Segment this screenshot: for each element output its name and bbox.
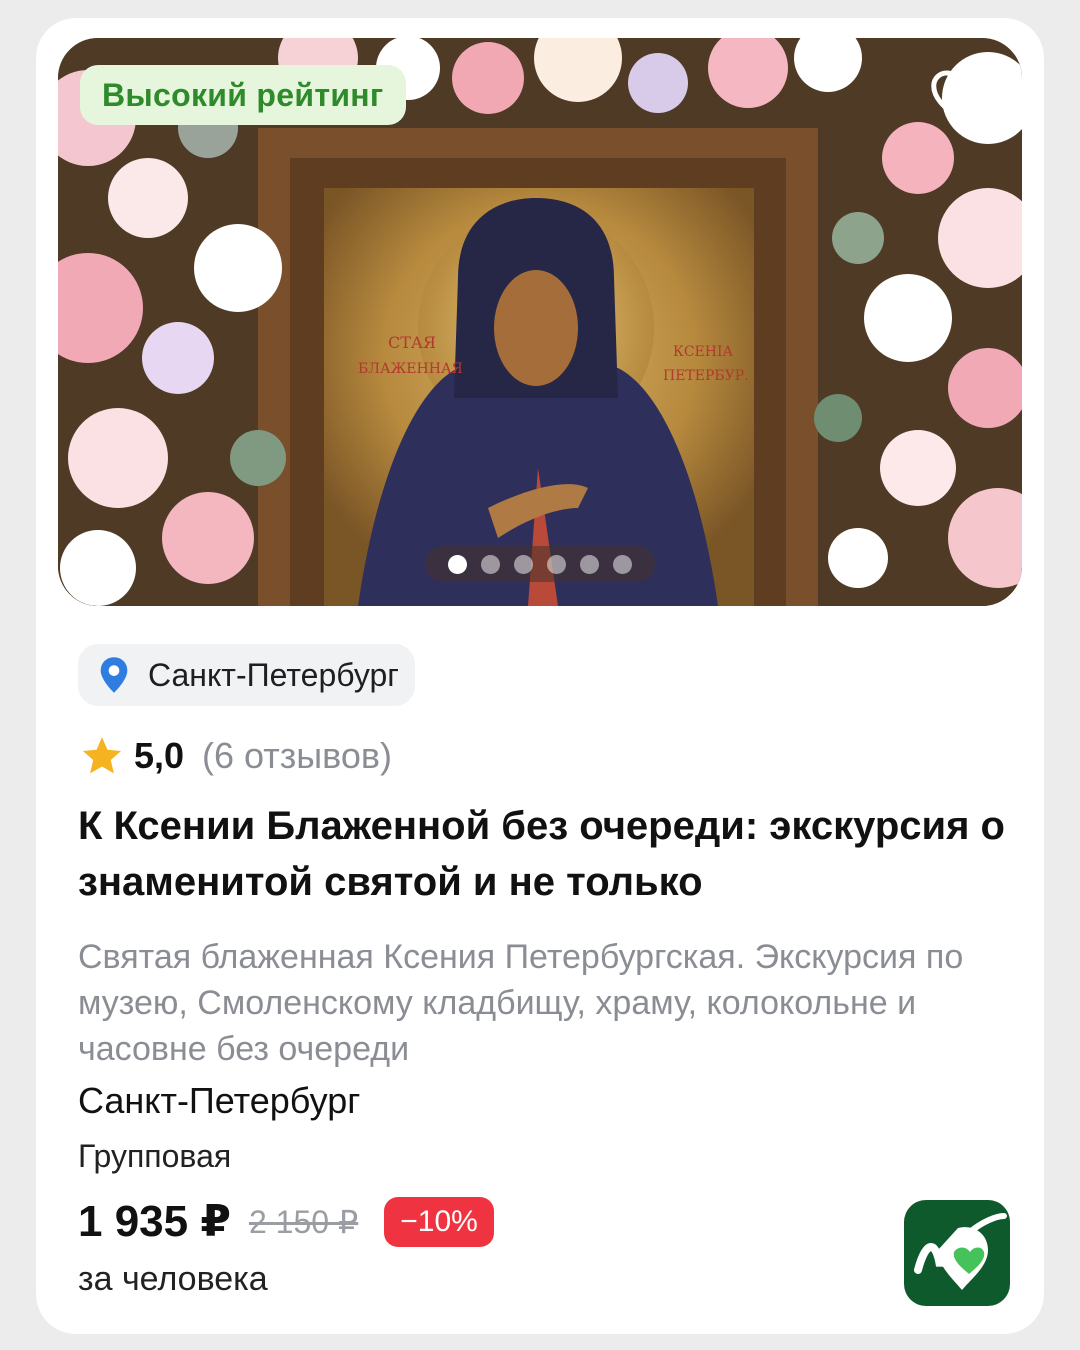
tour-card[interactable]: СТАЯ БЛАЖЕННАЯ КСЕНІА ПЕТЕРБУР. Высокий …: [36, 18, 1044, 1334]
location-pin-icon: [100, 657, 128, 693]
gallery-dot[interactable]: [481, 554, 500, 574]
gallery-pagination: [425, 546, 655, 582]
heart-outline-icon: [931, 70, 989, 123]
location-label: Санкт-Петербург: [148, 656, 399, 693]
reviews-count[interactable]: (6 отзывов): [202, 735, 392, 777]
svg-text:КСЕНІА: КСЕНІА: [673, 344, 734, 360]
gallery-dot[interactable]: [547, 554, 566, 574]
gallery-dot[interactable]: [613, 554, 632, 574]
gallery-dot[interactable]: [514, 554, 533, 574]
tour-city: Санкт-Петербург: [78, 1080, 361, 1121]
svg-text:ПЕТЕРБУР.: ПЕТЕРБУР.: [663, 368, 749, 384]
location-chip[interactable]: Санкт-Петербург: [78, 644, 415, 706]
tour-description: Святая блаженная Ксения Петербургская. Э…: [78, 938, 964, 1068]
tour-title[interactable]: К Ксении Блаженной без очереди: экскурси…: [78, 798, 1018, 910]
tripster-logo-icon: [914, 1213, 1007, 1290]
favorite-button[interactable]: [930, 68, 994, 132]
discount-badge: −10%: [384, 1196, 494, 1247]
tour-type: Групповая: [78, 1138, 232, 1174]
star-icon: [82, 737, 122, 774]
svg-text:СТАЯ: СТАЯ: [388, 333, 436, 352]
gallery-dot[interactable]: [448, 554, 467, 574]
old-price: 2 150 ₽: [248, 1203, 359, 1240]
current-price: 1 935 ₽: [78, 1197, 231, 1246]
high-rating-badge: Высокий рейтинг: [80, 65, 406, 125]
price-row: 1 935 ₽ 2 150 ₽ −10%: [78, 1196, 494, 1247]
price-unit: за человека: [78, 1260, 268, 1298]
brand-button[interactable]: [904, 1200, 1010, 1306]
tour-photo[interactable]: СТАЯ БЛАЖЕННАЯ КСЕНІА ПЕТЕРБУР. Высокий …: [58, 38, 1022, 606]
gallery-dot[interactable]: [580, 554, 599, 574]
rating-score: 5,0: [134, 735, 185, 776]
rating-row: 5,0 (6 отзывов): [80, 734, 392, 778]
svg-text:БЛАЖЕННАЯ: БЛАЖЕННАЯ: [358, 361, 463, 377]
